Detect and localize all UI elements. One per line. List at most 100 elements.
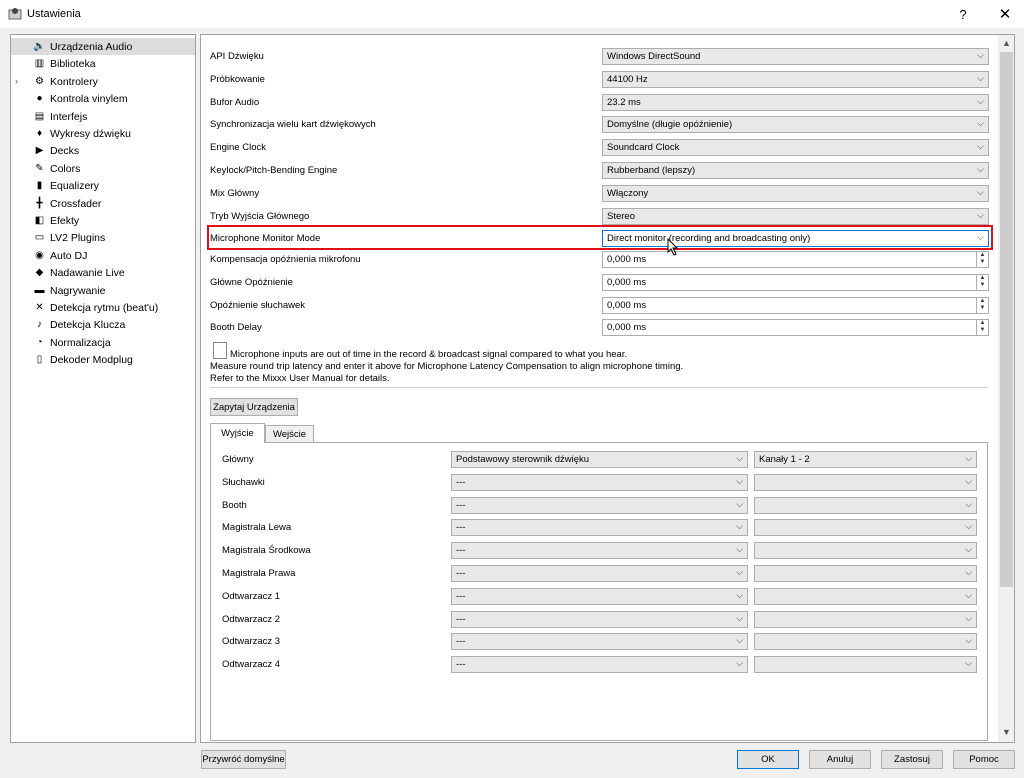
combo-value: Domyślne (długie opóźnienie) [607,119,733,131]
sidebar-item[interactable]: ▯ Dekoder Modplug [11,351,195,368]
setting-combo[interactable]: Domyślne (długie opóźnienie) ⌵ [602,116,989,134]
sidebar-item-label: Auto DJ [50,249,88,262]
sidebar-item[interactable]: ▭ LV2 Plugins [11,229,195,246]
setting-combo[interactable]: 23.2 ms ⌵ [602,93,989,111]
sidebar-item[interactable]: ▤ Interfejs [11,108,195,125]
output-channel-combo[interactable]: ⌵ [754,565,977,582]
apply-button[interactable]: Zastosuj [881,750,943,769]
spin-arrows-icon[interactable]: ▲ ▼ [976,297,988,313]
cancel-button[interactable]: Anuluj [809,750,871,769]
setting-combo[interactable]: Direct monitor (recording and broadcasti… [602,230,989,248]
help-footer-button[interactable]: Pomoc [953,750,1015,769]
output-channel-combo[interactable]: ⌵ [754,610,977,628]
setting-label: Microphone Monitor Mode [210,233,321,245]
setting-combo[interactable]: Soundcard Clock ⌵ [602,139,989,157]
spinbox-label: Kompensacja opóźnienia mikrofonu [210,254,361,265]
output-channel-combo[interactable]: ⌵ [754,542,977,560]
sidebar-item-label: Wykresy dźwięku [50,128,132,140]
expand-arrow-icon[interactable]: › [15,76,18,86]
sidebar-item[interactable]: ▶ Decks [11,142,195,159]
spin-arrows-icon[interactable]: ▲ ▼ [976,252,988,267]
setting-combo[interactable]: Stereo ⌵ [602,207,989,225]
info-document-icon [213,342,227,359]
scroll-down-icon[interactable]: ▼ [998,727,1014,739]
output-channel-combo[interactable]: ⌵ [754,496,977,514]
help-button[interactable]: ? [946,2,980,26]
chevron-down-icon: ⌵ [736,612,743,623]
latency-spinbox[interactable]: 0,000 ms ▲ ▼ [602,319,989,337]
restore-defaults-button[interactable]: Przywróć domyślne [201,750,286,769]
output-device-combo[interactable]: --- ⌵ [451,542,748,560]
sidebar-item[interactable]: ╋ Crossfader [11,195,195,212]
output-channel-combo[interactable]: ⌵ [754,656,977,674]
sidebar-item[interactable]: ✎ Colors [11,160,195,177]
output-device-combo[interactable]: Podstawowy sterownik dźwięku ⌵ [451,451,748,468]
output-pane: Główny Podstawowy sterownik dźwięku ⌵ Kanał… [210,442,988,741]
output-channel-combo[interactable]: Kanały 1 - 2 ⌵ [754,451,977,468]
sidebar-item[interactable]: › ⚙ Kontrolery [11,73,195,90]
chevron-down-icon: ⌵ [736,475,743,486]
setting-combo[interactable]: 44100 Hz ⌵ [602,70,989,88]
output-label: Słuchawki [222,476,265,488]
title-bar: Ustawienia ? ✕ [0,0,1024,28]
sidebar-item[interactable]: ◆ Nadawanie Live [11,264,195,281]
sidebar-item[interactable]: ▥ Biblioteka [11,55,195,72]
output-device-combo[interactable]: --- ⌵ [451,587,748,605]
setting-combo[interactable]: Włączony ⌵ [602,184,989,202]
combo-value: Rubberband (lepszy) [607,165,696,176]
sidebar-item[interactable]: ✕ Detekcja rytmu (beat'u) [11,299,195,316]
output-device-combo[interactable]: --- ⌵ [451,633,748,651]
scroll-thumb[interactable] [1000,52,1013,587]
sidebar-item-label: LV2 Plugins [50,232,106,245]
tab-output[interactable]: Wyjście [210,423,265,443]
output-device-combo[interactable]: --- ⌵ [451,473,748,491]
crossfader-icon: ╋ [36,197,43,209]
sidebar-item[interactable]: ♦ Wykresy dźwięku [11,125,195,142]
chevron-down-icon: ⌵ [965,544,972,555]
output-channel-combo[interactable]: ⌵ [754,519,977,537]
ok-button[interactable]: OK [737,750,799,769]
combo-value: Podstawowy sterownik dźwięku [456,454,590,465]
query-devices-button[interactable]: Zapytaj Urządzenia [210,398,298,416]
chevron-down-icon: ⌵ [977,209,984,220]
sidebar-item[interactable]: ♪ Detekcja Klucza [11,316,195,333]
tab-input[interactable]: Wejście [265,425,314,442]
sidebar-item-label: Dekoder Modplug [50,354,133,367]
sidebar-item[interactable]: ◧ Efekty [11,212,195,229]
divider [210,387,988,388]
chevron-down-icon: ⌵ [977,72,984,83]
sidebar-item[interactable]: ◉ Auto DJ [11,247,195,264]
output-channel-combo[interactable]: ⌵ [754,473,977,491]
output-device-combo[interactable]: --- ⌵ [451,519,748,537]
lv2-icon: ▭ [34,232,45,244]
scroll-up-icon[interactable]: ▲ [998,38,1014,50]
sidebar-item[interactable]: ● Kontrola vinylem [11,90,195,107]
latency-spinbox[interactable]: 0,000 ms ▲ ▼ [602,273,989,291]
output-device-combo[interactable]: --- ⌵ [451,565,748,582]
close-button[interactable]: ✕ [988,2,1022,26]
output-device-combo[interactable]: --- ⌵ [451,656,748,674]
sidebar-item[interactable]: 🔈 Urządzenia Audio [11,38,195,55]
output-label: Odtwarzacz 4 [222,659,281,671]
combo-value: --- [456,568,466,579]
spin-arrows-icon[interactable]: ▲ ▼ [976,320,988,336]
spin-arrows-icon[interactable]: ▲ ▼ [976,274,988,290]
vertical-scrollbar[interactable]: ▲ ▼ [998,35,1014,742]
output-device-combo[interactable]: --- ⌵ [451,496,748,514]
output-channel-combo[interactable]: ⌵ [754,633,977,651]
sidebar-item[interactable]: ▮ Equalizery [11,177,195,194]
play-icon: ▶ [35,145,44,157]
sidebar-item[interactable]: ▬ Nagrywanie [11,282,195,299]
modplug-icon: ▯ [36,354,43,366]
sidebar-item-label: Biblioteka [50,58,96,71]
chevron-down-icon: ⌵ [965,658,972,669]
output-channel-combo[interactable]: ⌵ [754,587,977,605]
sidebar-item[interactable]: ◔ Normalizacja [11,334,195,351]
output-label: Magistrala Lewa [222,522,292,534]
latency-spinbox[interactable]: 0,000 ms ▲ ▼ [602,296,989,314]
setting-combo[interactable]: Windows DirectSound ⌵ [602,48,989,65]
latency-spinbox[interactable]: 0,000 ms ▲ ▼ [602,251,989,268]
autodj-icon: ◉ [35,249,44,261]
setting-combo[interactable]: Rubberband (lepszy) ⌵ [602,162,989,179]
output-device-combo[interactable]: --- ⌵ [451,610,748,628]
